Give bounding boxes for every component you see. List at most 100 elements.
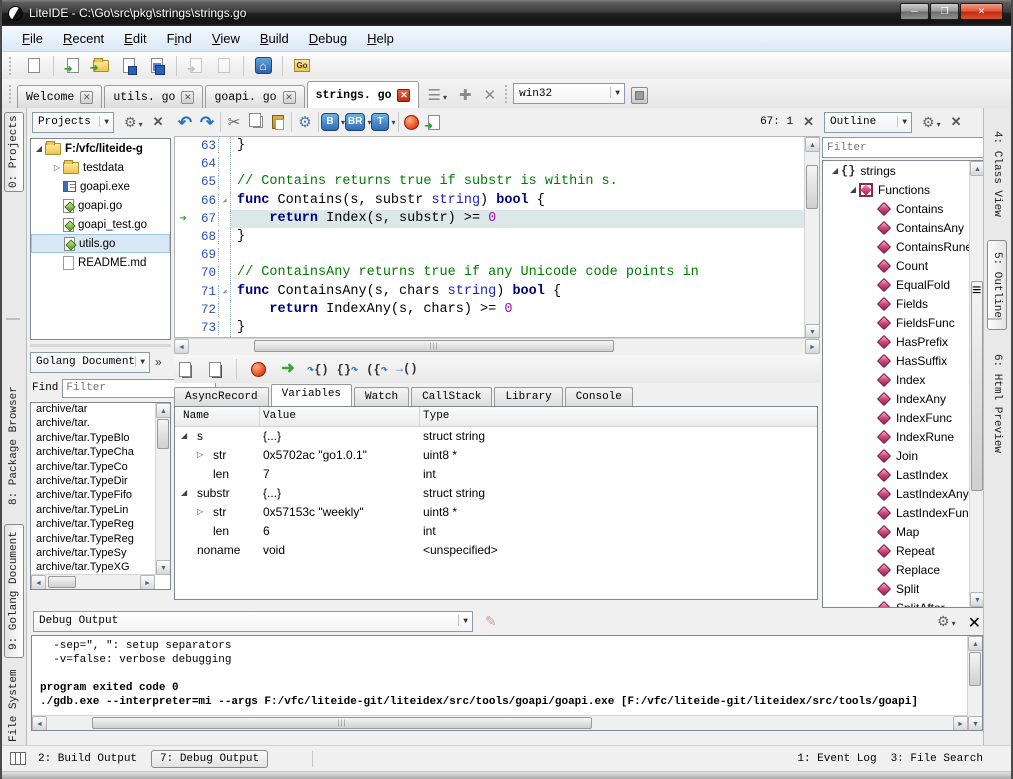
debug-tab-library[interactable]: Library [494, 387, 562, 406]
outline-item[interactable]: Map [823, 522, 984, 541]
list-item[interactable]: archive/tar.TypeReg [31, 533, 149, 547]
line-number[interactable]: 69 [191, 248, 219, 262]
scroll-left-arrow[interactable]: ◄ [31, 575, 46, 590]
step-out-icon[interactable]: ({↷ [366, 362, 388, 377]
build-target-combo[interactable]: win32 ▼ [513, 83, 625, 104]
code-line[interactable]: 70// ContainsAny returns true if any Uni… [175, 264, 819, 282]
line-number[interactable]: 67 [191, 212, 219, 226]
code-line[interactable]: 73} [175, 319, 819, 337]
gear-icon[interactable]: ⚙▾ [124, 114, 143, 131]
column-header-value[interactable]: Value [263, 410, 296, 422]
variables-row[interactable]: nonamevoid<unspecified> [175, 541, 817, 560]
debug-output-text[interactable]: -sep=", ": setup separators -v=false: ve… [31, 635, 983, 731]
side-tab[interactable]: 6: Html Preview [987, 336, 1007, 472]
variables-row[interactable]: ▷str0x5702ac "go1.0.1"uint8 * [175, 446, 817, 465]
outline-item[interactable]: LastIndex [823, 465, 984, 484]
strip-splitter-handle[interactable] [988, 318, 1002, 320]
build-run-button[interactable]: BR▾ [345, 111, 371, 133]
scroll-up-arrow[interactable]: ▲ [156, 403, 171, 418]
close-tab-icon[interactable]: ✕ [80, 91, 93, 104]
outline-view-combo[interactable]: Outline ▼ [824, 112, 912, 133]
debug-tab-watch[interactable]: Watch [354, 387, 409, 406]
collapsed-expander-icon[interactable]: ▷ [197, 450, 203, 459]
line-number[interactable]: 73 [191, 321, 219, 335]
close-editor-view-icon[interactable]: ✕ [803, 114, 814, 130]
outline-vertical-scrollbar[interactable]: ▲ ≡ ▼ [969, 161, 984, 607]
expanded-expander-icon[interactable]: ◢ [181, 431, 187, 440]
home-button[interactable]: ⌂ [252, 55, 274, 77]
code-line[interactable]: 63} [175, 137, 819, 155]
expanded-expander-icon[interactable]: ◢ [33, 144, 45, 153]
output-vertical-scrollbar[interactable]: ▲ ▼ [967, 636, 982, 731]
column-header-name[interactable]: Name [183, 410, 209, 422]
list-item[interactable]: archive/tar.TypeSy [31, 547, 149, 561]
line-number[interactable]: 70 [191, 266, 219, 280]
debug-tab-console[interactable]: Console [565, 387, 633, 406]
close-button[interactable]: ✕ [960, 3, 1003, 20]
scroll-left-arrow[interactable]: ◄ [32, 716, 47, 731]
scroll-down-arrow[interactable]: ▼ [805, 324, 820, 338]
scroll-left-arrow[interactable]: ◄ [174, 339, 189, 354]
clear-output-icon[interactable]: ✎ [485, 613, 497, 630]
stop-action-button[interactable] [401, 111, 423, 133]
list-item[interactable]: archive/tar.TypeCha [31, 446, 149, 460]
code-line[interactable]: 68} [175, 228, 819, 246]
tree-item[interactable]: goapi_test.go [31, 215, 170, 234]
outline-item[interactable]: ◢Functions [823, 180, 984, 199]
close-panel-icon[interactable]: ✕ [153, 114, 164, 130]
outline-item[interactable]: Index [823, 370, 984, 389]
outline-item[interactable]: SplitAfter [823, 598, 984, 608]
menu-find[interactable]: Find [157, 28, 202, 49]
debug-tab-variables[interactable]: Variables [271, 384, 352, 406]
list-item[interactable]: archive/tar.TypeLin [31, 504, 149, 518]
outline-item[interactable]: Split [823, 579, 984, 598]
doc-list-vertical-scrollbar[interactable]: ▲ ▼ [155, 403, 170, 575]
outline-item[interactable]: Fields [823, 294, 984, 313]
list-item[interactable]: archive/tar.TypeReg [31, 518, 149, 532]
scroll-thumb[interactable] [48, 576, 76, 588]
editor-vertical-scrollbar[interactable]: ▲ ▼ [804, 137, 819, 338]
line-number[interactable]: 66 [191, 194, 219, 208]
debug-tab-asyncrecord[interactable]: AsyncRecord [174, 387, 269, 406]
toolbar-grip[interactable] [9, 85, 14, 103]
gear-icon[interactable]: ⚙▾ [937, 613, 956, 633]
outline-item[interactable]: EqualFold [823, 275, 984, 294]
outline-item[interactable]: HasPrefix [823, 332, 984, 351]
list-item[interactable]: archive/tar.TypeCo [31, 461, 149, 475]
tree-item[interactable]: utils.go [31, 234, 170, 253]
tree-item[interactable]: README.md [31, 253, 170, 272]
code-line[interactable]: 71◢func ContainsAny(s, chars string) boo… [175, 283, 819, 301]
outline-item[interactable]: Replace [823, 560, 984, 579]
editor-tab[interactable]: goapi. go✕ [205, 85, 304, 108]
scroll-thumb[interactable] [157, 419, 169, 449]
tree-item[interactable]: ▷testdata [31, 158, 170, 177]
close-tab-icon[interactable]: ✕ [397, 89, 410, 102]
scroll-down-arrow[interactable]: ▼ [968, 716, 983, 731]
close-editor-icon[interactable]: ✕ [484, 86, 497, 104]
scroll-thumb[interactable]: ||| [254, 340, 614, 352]
menu-file[interactable]: File [12, 28, 53, 49]
tree-item[interactable]: goapi.exe [31, 177, 170, 196]
side-tab[interactable]: 4: Class View [987, 114, 1007, 234]
copy-button[interactable] [245, 111, 267, 133]
scroll-right-arrow[interactable]: ► [953, 716, 968, 731]
menu-view[interactable]: View [202, 28, 250, 49]
minimize-button[interactable]: ─ [900, 3, 929, 20]
side-tab[interactable]: 5: Outline [987, 240, 1007, 330]
outline-item[interactable]: Repeat [823, 541, 984, 560]
output-horizontal-scrollbar[interactable]: ◄ ||| ► [32, 715, 968, 730]
scroll-up-arrow[interactable]: ▲ [968, 636, 983, 651]
sidebar-view-combo[interactable]: Projects ▼ [32, 112, 114, 133]
open-file-button[interactable] [62, 55, 84, 77]
outline-item[interactable]: FieldsFunc [823, 313, 984, 332]
line-number[interactable]: 64 [191, 157, 219, 171]
scroll-right-arrow[interactable]: ► [805, 339, 820, 354]
build-config-button[interactable]: ⚙ [294, 111, 316, 133]
new-file-button[interactable] [23, 55, 45, 77]
editor-horizontal-scrollbar[interactable]: ◄ ||| ► [174, 338, 820, 353]
redo-button[interactable]: ↷ [196, 111, 218, 133]
close-tab-icon[interactable]: ✕ [181, 91, 194, 104]
save-session-button[interactable] [185, 55, 207, 77]
outline-item[interactable]: IndexRune [823, 427, 984, 446]
code-line[interactable]: 65// Contains returns true if substr is … [175, 173, 819, 191]
